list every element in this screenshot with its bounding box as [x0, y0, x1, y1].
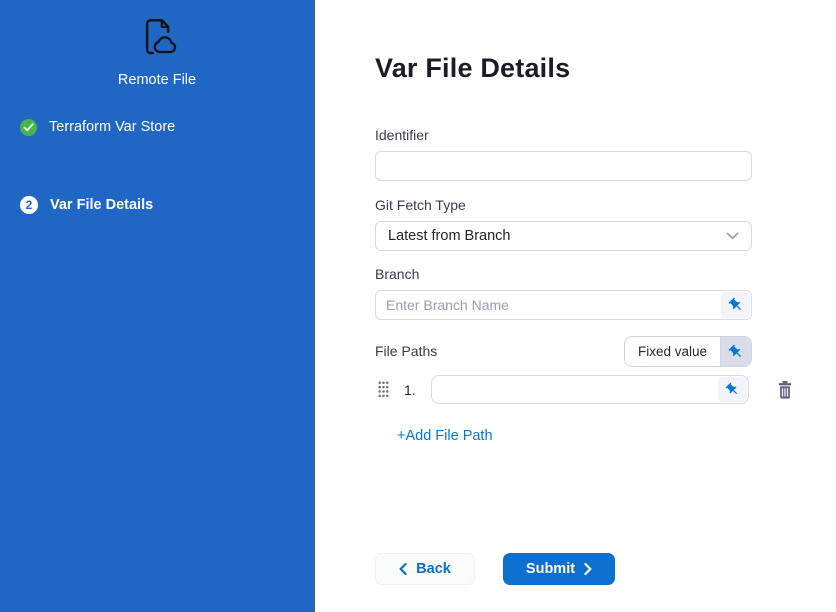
- wizard-actions: Back Submit: [375, 553, 836, 585]
- remote-file-cloud-icon: [134, 15, 180, 61]
- chevron-down-icon: [726, 232, 739, 240]
- file-paths-input-type-selector[interactable]: Fixed value: [624, 336, 752, 367]
- file-paths-header: File Paths Fixed value: [375, 336, 752, 367]
- chevron-right-icon: [584, 563, 592, 575]
- file-path-input[interactable]: [431, 375, 749, 404]
- sidebar-step-var-file-details[interactable]: 2 Var File Details: [0, 196, 314, 214]
- row-index: 1.: [404, 382, 416, 398]
- git-fetch-type-value: Latest from Branch: [388, 228, 511, 244]
- git-fetch-type-select[interactable]: Latest from Branch: [375, 221, 752, 251]
- back-button[interactable]: Back: [375, 553, 475, 585]
- var-file-details-form: Var File Details Identifier Git Fetch Ty…: [315, 0, 836, 612]
- branch-field: Branch: [375, 266, 752, 320]
- trash-icon: [776, 388, 794, 403]
- step-label: Terraform Var Store: [49, 118, 175, 136]
- identifier-input[interactable]: [375, 151, 752, 181]
- branch-runtime-pin-button[interactable]: [721, 292, 750, 318]
- identifier-field: Identifier: [375, 127, 752, 181]
- remote-file-wizard: Remote File Terraform Var Store 2 Var Fi…: [0, 0, 836, 612]
- check-circle-icon: [20, 119, 37, 136]
- page-title: Var File Details: [375, 52, 836, 85]
- drag-handle-icon[interactable]: [378, 381, 389, 398]
- file-path-runtime-pin-button[interactable]: [718, 377, 747, 402]
- wizard-header: Remote File: [0, 0, 314, 89]
- pin-icon: [728, 297, 744, 313]
- step-label: Var File Details: [50, 196, 153, 214]
- add-file-path-button[interactable]: +Add File Path: [397, 428, 493, 444]
- wizard-sidebar: Remote File Terraform Var Store 2 Var Fi…: [0, 0, 315, 612]
- sidebar-step-terraform-var-store[interactable]: Terraform Var Store: [0, 118, 314, 136]
- step-number-badge: 2: [20, 196, 38, 214]
- input-type-value: Fixed value: [625, 337, 720, 366]
- delete-file-path-button[interactable]: [776, 380, 794, 400]
- branch-input[interactable]: [375, 290, 752, 320]
- file-paths-label: File Paths: [375, 343, 437, 360]
- submit-button[interactable]: Submit: [503, 553, 615, 585]
- chevron-left-icon: [399, 563, 407, 575]
- pin-icon: [725, 382, 740, 397]
- branch-label: Branch: [375, 266, 752, 283]
- pin-icon: [720, 337, 751, 366]
- git-fetch-type-label: Git Fetch Type: [375, 197, 752, 214]
- submit-button-label: Submit: [526, 561, 575, 577]
- back-button-label: Back: [416, 561, 451, 577]
- wizard-title: Remote File: [0, 71, 314, 89]
- identifier-label: Identifier: [375, 127, 752, 144]
- git-fetch-type-field: Git Fetch Type Latest from Branch: [375, 197, 752, 251]
- file-path-row: 1.: [375, 375, 836, 404]
